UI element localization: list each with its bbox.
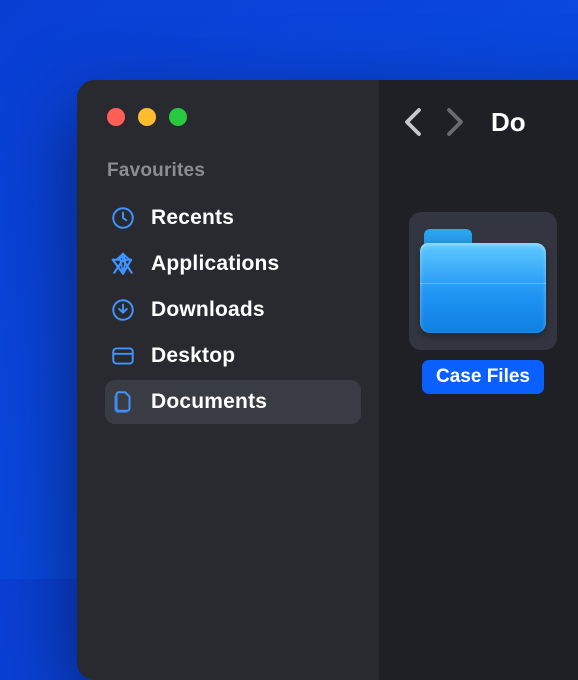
download-icon — [109, 296, 137, 324]
close-button[interactable] — [107, 108, 125, 126]
clock-icon — [109, 204, 137, 232]
sidebar-item-label: Recents — [151, 206, 234, 230]
sidebar-item-downloads[interactable]: Downloads — [105, 288, 361, 332]
nav-arrows — [403, 107, 465, 137]
sidebar-item-label: Desktop — [151, 344, 235, 368]
content-area[interactable]: Case Files — [379, 164, 578, 442]
back-button[interactable] — [403, 107, 423, 137]
finder-window: Favourites Recents — [77, 80, 578, 680]
folder-item-case-files[interactable]: Case Files — [409, 212, 557, 394]
sidebar-items: Recents Applications — [105, 196, 361, 424]
forward-button[interactable] — [445, 107, 465, 137]
sidebar: Favourites Recents — [77, 80, 379, 680]
toolbar-title: Do — [491, 107, 526, 138]
sidebar-item-desktop[interactable]: Desktop — [105, 334, 361, 378]
sidebar-item-label: Applications — [151, 252, 279, 276]
folder-icon — [409, 212, 557, 350]
minimize-button[interactable] — [138, 108, 156, 126]
sidebar-item-applications[interactable]: Applications — [105, 242, 361, 286]
sidebar-item-recents[interactable]: Recents — [105, 196, 361, 240]
applications-icon — [109, 250, 137, 278]
sidebar-item-label: Documents — [151, 390, 267, 414]
sidebar-section-header: Favourites — [107, 160, 361, 182]
documents-icon — [109, 388, 137, 416]
sidebar-item-documents[interactable]: Documents — [105, 380, 361, 424]
main-pane: Do Case Files — [379, 80, 578, 680]
desktop-icon — [109, 342, 137, 370]
folder-label: Case Files — [422, 360, 544, 394]
traffic-lights — [107, 108, 361, 126]
toolbar: Do — [379, 80, 578, 164]
maximize-button[interactable] — [169, 108, 187, 126]
sidebar-item-label: Downloads — [151, 298, 265, 322]
